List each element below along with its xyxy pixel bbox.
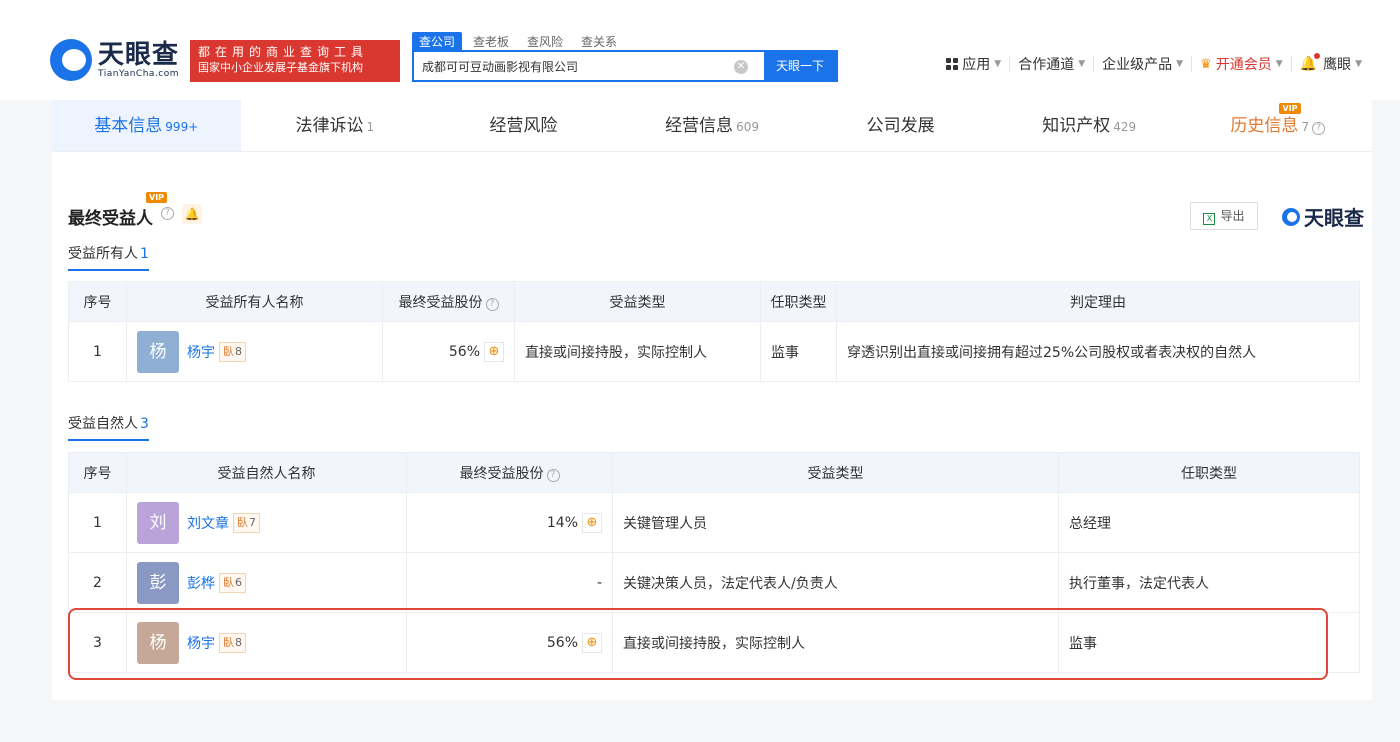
nav-enterprise[interactable]: 企业级产品 ▼ xyxy=(1094,56,1193,73)
tab-risk[interactable]: 经营风险 xyxy=(429,100,618,151)
column-header: 任职类型 xyxy=(760,281,837,322)
person-name-link[interactable]: 彭桦 xyxy=(187,573,215,593)
tab-history[interactable]: VIP 历史信息 7? xyxy=(1183,100,1372,151)
table-header-row: 序号 受益所有人名称 最终受益股份? 受益类型 任职类型 判定理由 xyxy=(68,281,1360,322)
search-area: 查公司 查老板 查风险 查关系 ✕ 天眼一下 xyxy=(412,32,838,82)
table-row: 2 彭 彭桦 臥6 - 关键决策人员，法定代表人/负责人 执行董事，法定代表人 xyxy=(68,552,1360,613)
column-header: 受益自然人名称 xyxy=(126,452,407,493)
vip-badge: VIP xyxy=(146,192,168,203)
nav-vip[interactable]: ♛ 开通会员 ▼ xyxy=(1192,56,1292,73)
page: 天眼查 TianYanCha.com 都在用的商业查询工具 国家中小企业发展子基… xyxy=(0,0,1400,742)
logo-name: 天眼查 xyxy=(98,40,180,70)
nav-user[interactable]: 🔔 鹰眼 ▼ xyxy=(1292,53,1370,73)
avatar[interactable]: 刘 xyxy=(137,501,179,544)
person-name-link[interactable]: 杨宇 xyxy=(187,342,215,362)
person-tag[interactable]: 臥8 xyxy=(219,341,246,362)
nav-apps[interactable]: 应用 ▼ xyxy=(938,56,1011,73)
help-icon[interactable]: ? xyxy=(161,207,174,220)
person-name-link[interactable]: 刘文章 xyxy=(187,513,229,533)
top-header: 天眼查 TianYanCha.com 都在用的商业查询工具 国家中小企业发展子基… xyxy=(0,0,1400,100)
person-tag[interactable]: 臥7 xyxy=(233,512,260,533)
natural-subheading[interactable]: 受益自然人 3 xyxy=(68,413,149,441)
chevron-down-icon: ▼ xyxy=(1176,59,1184,69)
export-button[interactable]: X 导出 xyxy=(1190,202,1258,230)
nav-channel[interactable]: 合作通道 ▼ xyxy=(1010,56,1095,73)
column-header: 最终受益股份? xyxy=(406,452,613,493)
content-panel: 基本信息 999+ 法律诉讼 1 经营风险 经营信息 609 公司发展 知识产权 429… xyxy=(52,100,1372,700)
table-row: 1 刘 刘文章 臥7 14% ⊕ 关键管理人员 总经理 xyxy=(68,492,1360,553)
owners-table: 序号 受益所有人名称 最终受益股份? 受益类型 任职类型 判定理由 1 杨 杨宇… xyxy=(68,281,1360,382)
column-header: 受益类型 xyxy=(612,452,1059,493)
tab-ip[interactable]: 知识产权 429 xyxy=(995,100,1184,151)
logo[interactable]: 天眼查 TianYanCha.com xyxy=(50,38,179,82)
search-tab-company[interactable]: 查公司 xyxy=(412,32,463,50)
tab-operation[interactable]: 经营信息 609 xyxy=(618,100,807,151)
equity-trace-icon[interactable]: ⊕ xyxy=(484,341,504,362)
crown-icon: ♛ xyxy=(1200,56,1212,72)
avatar[interactable]: 杨 xyxy=(137,621,179,664)
chevron-down-icon: ▼ xyxy=(1078,59,1086,69)
tab-development[interactable]: 公司发展 xyxy=(806,100,995,151)
table-row: 3 杨 杨宇 臥8 56% ⊕ 直接或间接持股，实际控制人 监事 xyxy=(68,612,1360,673)
person-tag[interactable]: 臥6 xyxy=(219,572,246,593)
column-header: 任职类型 xyxy=(1058,452,1360,493)
equity-trace-icon[interactable]: ⊕ xyxy=(582,632,602,653)
table-row: 1 杨 杨宇 臥8 56% ⊕ 直接或间接持股，实际控制人 监事 穿透识别出直接或… xyxy=(68,321,1360,382)
avatar[interactable]: 杨 xyxy=(137,330,179,373)
apps-grid-icon xyxy=(946,58,959,70)
help-icon[interactable]: ? xyxy=(485,297,499,311)
avatar[interactable]: 彭 xyxy=(137,561,179,604)
column-header: 判定理由 xyxy=(836,281,1360,322)
chevron-down-icon: ▼ xyxy=(1275,59,1283,69)
vip-badge: VIP xyxy=(1279,103,1301,114)
search-tab-risk[interactable]: 查风险 xyxy=(520,32,570,50)
info-tabs: 基本信息 999+ 法律诉讼 1 经营风险 经营信息 609 公司发展 知识产权 429… xyxy=(52,100,1372,152)
chevron-down-icon: ▼ xyxy=(1355,59,1362,69)
section-header: 最终受益人 VIP ? 🔔 X 导出 天眼查 xyxy=(68,192,1364,232)
column-header: 受益类型 xyxy=(514,281,761,322)
column-header: 受益所有人名称 xyxy=(126,281,383,322)
slogan-banner: 都在用的商业查询工具 国家中小企业发展子基金旗下机构 xyxy=(190,40,400,82)
tab-legal[interactable]: 法律诉讼 1 xyxy=(241,100,430,151)
logo-domain: TianYanCha.com xyxy=(98,69,180,79)
column-header: 序号 xyxy=(68,281,127,322)
search-tab-relation[interactable]: 查关系 xyxy=(574,32,624,50)
owners-subheading[interactable]: 受益所有人 1 xyxy=(68,243,149,271)
top-nav: 应用 ▼ 合作通道 ▼ 企业级产品 ▼ ♛ 开通会员 ▼ 🔔 鹰眼 ▼ xyxy=(938,53,1370,73)
help-icon[interactable]: ? xyxy=(1312,122,1326,135)
natural-table: 序号 受益自然人名称 最终受益股份? 受益类型 任职类型 1 刘 刘文章 臥7 … xyxy=(68,452,1360,673)
table-header-row: 序号 受益自然人名称 最终受益股份? 受益类型 任职类型 xyxy=(68,452,1360,493)
brand-watermark: 天眼查 xyxy=(1282,202,1364,231)
alert-bell-icon[interactable]: 🔔 xyxy=(182,204,202,224)
search-tab-boss[interactable]: 查老板 xyxy=(466,32,516,50)
logo-mark-icon xyxy=(1282,207,1300,226)
search-button[interactable]: 天眼一下 xyxy=(764,52,836,80)
help-icon[interactable]: ? xyxy=(546,468,560,482)
column-header: 最终受益股份? xyxy=(382,281,515,322)
person-name-link[interactable]: 杨宇 xyxy=(187,633,215,653)
search-box: ✕ 天眼一下 xyxy=(412,50,838,82)
logo-mark-icon xyxy=(50,39,92,81)
search-input[interactable] xyxy=(414,52,734,80)
equity-trace-icon[interactable]: ⊕ xyxy=(582,512,602,533)
section-title: 最终受益人 xyxy=(68,209,153,229)
person-tag[interactable]: 臥8 xyxy=(219,632,246,653)
excel-icon: X xyxy=(1203,213,1216,225)
clear-icon[interactable]: ✕ xyxy=(734,60,748,74)
column-header: 序号 xyxy=(68,452,127,493)
search-tabs: 查公司 查老板 查风险 查关系 xyxy=(412,32,838,50)
bell-icon[interactable]: 🔔 xyxy=(1300,53,1321,72)
tab-basic[interactable]: 基本信息 999+ xyxy=(52,100,241,151)
chevron-down-icon: ▼ xyxy=(994,59,1002,69)
